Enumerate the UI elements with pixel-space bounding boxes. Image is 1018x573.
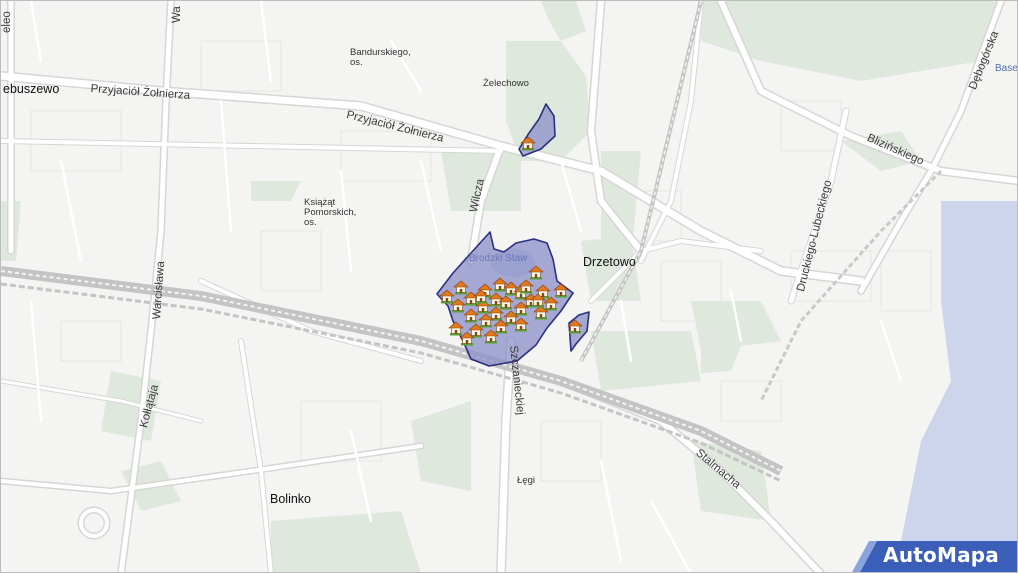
water-label-brodzki-staw: Brodzki Staw xyxy=(469,253,528,264)
district-label-pomorskich-os: os. xyxy=(304,217,317,228)
district-label-zelechowo: Żelechowo xyxy=(483,78,529,89)
city-label-glebokie: ebuszewo xyxy=(3,82,60,96)
district-label-bandurskiego-os: os. xyxy=(350,57,363,68)
street-label-wa: Wa xyxy=(171,6,183,23)
street-label-edge: eleo xyxy=(1,11,13,33)
city-label-bolinko: Bolinko xyxy=(270,492,311,506)
brand-logo[interactable]: AutoMapa xyxy=(883,543,999,567)
city-label-drzetowo: Drzetowo xyxy=(583,255,636,269)
district-label-base: Base xyxy=(995,63,1018,74)
map-view[interactable]: Bandurskiego, os. Żelechowo Książąt Pomo… xyxy=(0,0,1018,573)
district-label-legi: Łęgi xyxy=(517,475,535,486)
